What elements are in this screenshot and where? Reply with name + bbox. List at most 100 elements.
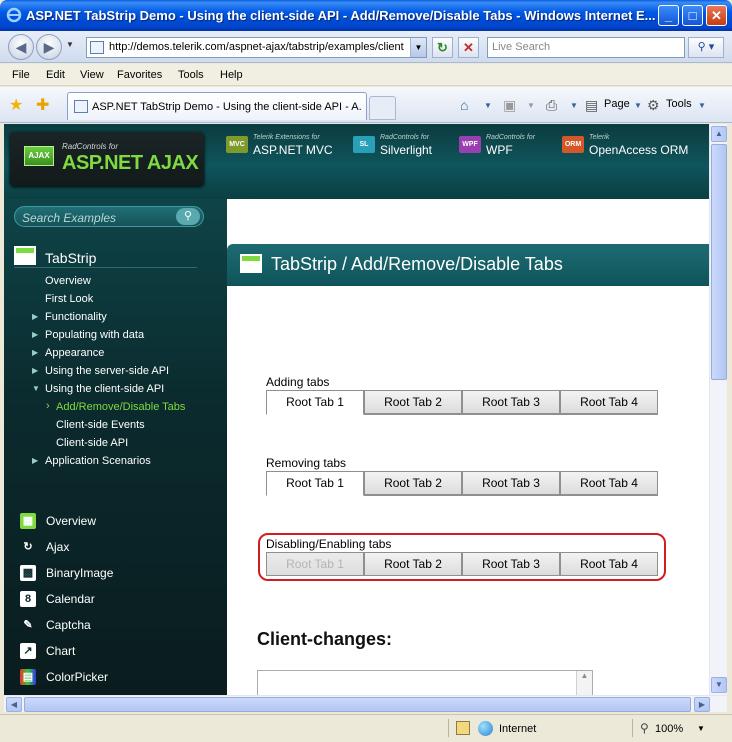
security-zone[interactable]: Internet	[499, 723, 536, 735]
sidebar-product-overview[interactable]: ▦ Overview	[20, 512, 210, 534]
maximize-button[interactable]: □	[682, 5, 703, 26]
adding-tab-1[interactable]: Root Tab 1	[266, 390, 364, 415]
menu-favorites[interactable]: Favorites	[117, 69, 162, 81]
sidebar: Search Examples ⚲ TabStrip Overview Firs…	[4, 199, 227, 695]
sidebar-item-client-api[interactable]: ▼ Using the client-side API	[32, 383, 164, 395]
expand-arrow-icon: ▶	[32, 330, 39, 339]
menu-view[interactable]: View	[80, 69, 104, 81]
favorites-star-icon[interactable]: ★	[9, 95, 23, 115]
search-icon[interactable]: ⚲	[176, 208, 200, 225]
calendar-icon: 8	[20, 591, 36, 607]
refresh-icon[interactable]: ↻	[432, 37, 453, 58]
zoom-level[interactable]: 100%	[655, 723, 683, 735]
tabstrip-section-header[interactable]: TabStrip	[14, 246, 197, 268]
address-dropdown-icon[interactable]: ▼	[410, 38, 426, 57]
address-bar[interactable]: http://demos.telerik.com/aspnet-ajax/tab…	[86, 37, 427, 58]
address-toolbar: ◀ ▶ ▼ http://demos.telerik.com/aspnet-aj…	[0, 31, 732, 63]
sidebar-item-first-look[interactable]: First Look	[45, 293, 93, 305]
current-arrow-icon: ›	[46, 400, 50, 412]
sidebar-item-add-remove-disable[interactable]: › Add/Remove/Disable Tabs	[46, 400, 185, 413]
tools-menu[interactable]: Tools	[666, 98, 692, 110]
sidebar-item-overview[interactable]: Overview	[45, 275, 91, 287]
sidebar-product-calendar[interactable]: 8 Calendar	[20, 590, 210, 612]
sidebar-product-ajax[interactable]: ↻ Ajax	[20, 538, 210, 560]
menu-edit[interactable]: Edit	[46, 69, 65, 81]
forward-button[interactable]: ▶	[36, 34, 62, 60]
horizontal-scroll-thumb[interactable]	[24, 697, 691, 712]
tools-dropdown-icon[interactable]: ▼	[698, 101, 706, 110]
sidebar-item-appearance[interactable]: ▶ Appearance	[32, 347, 105, 359]
status-separator	[448, 719, 449, 737]
sidebar-item-client-events[interactable]: Client-side Events	[56, 419, 145, 431]
close-button[interactable]: ✕	[706, 5, 727, 26]
sidebar-product-binaryimage[interactable]: ▩ BinaryImage	[20, 564, 210, 586]
new-tab-button[interactable]	[369, 96, 396, 120]
vertical-scroll-thumb[interactable]	[711, 144, 727, 380]
tab-page-icon	[74, 100, 88, 113]
horizontal-scrollbar[interactable]: ◀ ▶	[4, 695, 727, 712]
menu-file[interactable]: File	[12, 69, 30, 81]
adding-tabs-label: Adding tabs	[266, 375, 330, 389]
address-url[interactable]: http://demos.telerik.com/aspnet-ajax/tab…	[109, 41, 414, 53]
disabling-tabstrip: Root Tab 1 Root Tab 2 Root Tab 3 Root Ta…	[266, 552, 658, 576]
browser-tab[interactable]: ASP.NET TabStrip Demo - Using the client…	[67, 92, 367, 120]
radcontrols-logo[interactable]: AJAX RadControls for ASP.NET AJAX	[10, 132, 204, 186]
zoom-dropdown-icon[interactable]: ▼	[697, 724, 705, 733]
disabling-tab-4[interactable]: Root Tab 4	[560, 552, 658, 576]
log-scroll-up-icon[interactable]: ▲	[576, 671, 592, 695]
menu-help[interactable]: Help	[220, 69, 243, 81]
live-search-input[interactable]: Live Search	[487, 37, 685, 58]
client-changes-log[interactable]: ▲	[257, 670, 593, 695]
removing-tab-1[interactable]: Root Tab 1	[266, 471, 364, 496]
product-big-text: ASP.NET MVC	[253, 143, 333, 157]
vertical-scrollbar[interactable]: ▲ ▼	[709, 124, 727, 695]
minimize-button[interactable]: _	[658, 5, 679, 26]
sidebar-item-server-api[interactable]: ▶ Using the server-side API	[32, 365, 169, 377]
scroll-left-icon[interactable]: ◀	[6, 697, 22, 712]
browser-tab-title: ASP.NET TabStrip Demo - Using the client…	[92, 101, 362, 113]
sidebar-item-populating[interactable]: ▶ Populating with data	[32, 329, 144, 341]
removing-tab-2[interactable]: Root Tab 2	[364, 471, 462, 495]
adding-tab-2[interactable]: Root Tab 2	[364, 390, 462, 414]
scroll-down-icon[interactable]: ▼	[711, 677, 727, 693]
history-dropdown-icon[interactable]: ▼	[66, 40, 74, 49]
adding-tab-4[interactable]: Root Tab 4	[560, 390, 658, 414]
print-dropdown-icon[interactable]: ▼	[570, 101, 578, 110]
nav-label: Appearance	[45, 347, 105, 359]
back-button[interactable]: ◀	[8, 34, 34, 60]
scroll-up-icon[interactable]: ▲	[711, 126, 727, 142]
sidebar-item-functionality[interactable]: ▶ Functionality	[32, 311, 107, 323]
gear-icon: ⚙	[647, 97, 660, 113]
removing-tab-4[interactable]: Root Tab 4	[560, 471, 658, 495]
silverlight-badge-icon: SL	[353, 136, 375, 153]
nav-label: Functionality	[45, 311, 107, 323]
page-menu[interactable]: Page	[604, 98, 630, 110]
window-title: ASP.NET TabStrip Demo - Using the client…	[26, 8, 656, 23]
nav-label: First Look	[45, 293, 94, 305]
disabling-tab-2[interactable]: Root Tab 2	[364, 552, 462, 576]
sidebar-product-captcha[interactable]: ✎ Captcha	[20, 616, 210, 638]
home-dropdown-icon[interactable]: ▼	[484, 101, 492, 110]
removing-tab-3[interactable]: Root Tab 3	[462, 471, 560, 495]
search-icon[interactable]: ⚲ ▾	[688, 37, 724, 58]
sidebar-item-app-scenarios[interactable]: ▶ Application Scenarios	[32, 455, 151, 467]
sidebar-product-chart[interactable]: ↗ Chart	[20, 642, 210, 664]
page-icon	[90, 41, 104, 54]
sidebar-item-client-side-api[interactable]: Client-side API	[56, 437, 128, 449]
security-icon[interactable]	[456, 721, 470, 735]
sidebar-product-colorpicker[interactable]: ▤ ColorPicker	[20, 668, 210, 690]
print-icon[interactable]: ⎙	[546, 97, 557, 114]
page-dropdown-icon[interactable]: ▼	[634, 101, 642, 110]
home-icon[interactable]: ⌂	[460, 97, 468, 113]
feeds-icon[interactable]: ▣	[503, 97, 516, 114]
add-favorite-icon[interactable]: ✚	[36, 95, 49, 115]
stop-icon[interactable]: ✕	[458, 37, 479, 58]
zoom-icon[interactable]: ⚲	[640, 721, 649, 735]
feeds-dropdown-icon[interactable]: ▼	[527, 101, 535, 110]
disabling-tab-3[interactable]: Root Tab 3	[462, 552, 560, 576]
adding-tab-3[interactable]: Root Tab 3	[462, 390, 560, 414]
scroll-right-icon[interactable]: ▶	[694, 697, 710, 712]
search-examples-input[interactable]: Search Examples ⚲	[14, 206, 204, 227]
menu-tools[interactable]: Tools	[178, 69, 204, 81]
page-viewport: AJAX RadControls for ASP.NET AJAX MVC Te…	[4, 124, 709, 695]
